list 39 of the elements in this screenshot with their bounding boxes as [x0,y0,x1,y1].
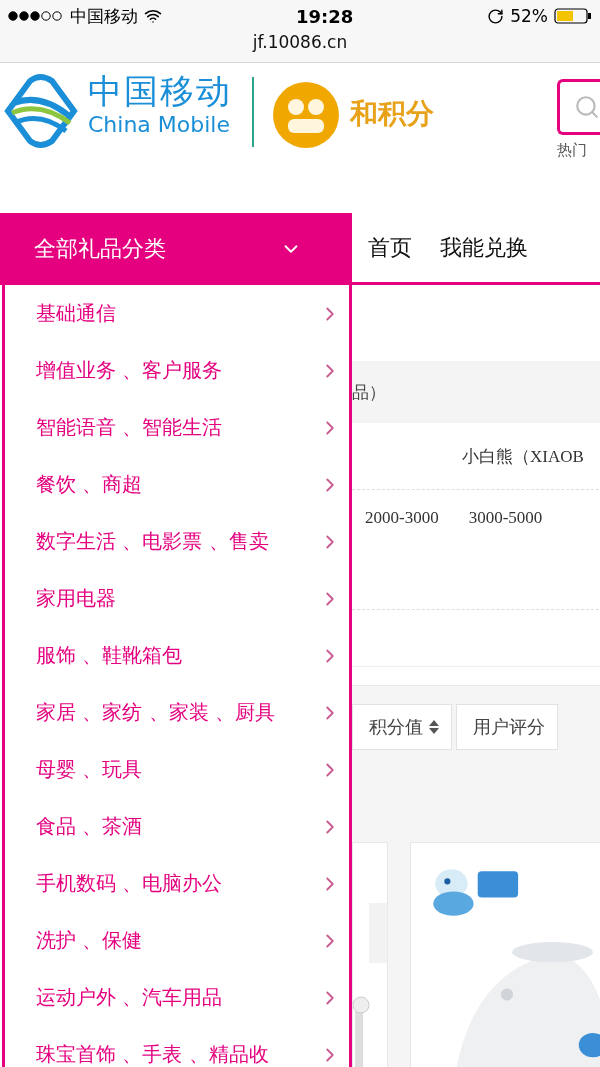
category-menu-header[interactable]: 全部礼品分类 [0,213,352,285]
search-field[interactable] [557,79,600,135]
page-url[interactable]: jf.10086.cn [0,32,600,52]
category-item[interactable]: 家用电器 [5,570,349,627]
category-item[interactable]: 服饰 、鞋靴箱包 [5,627,349,684]
sort-icon [429,720,439,734]
category-item[interactable]: 智能语音 、智能生活 [5,399,349,456]
category-menu-title: 全部礼品分类 [34,235,166,263]
carrier-name: 中国移动 [70,4,138,28]
battery-icon [554,8,592,24]
nav-link[interactable]: 首页 [368,232,412,263]
nav-link[interactable]: 我能兑换 [440,232,528,263]
sort-button[interactable]: 积分值 [352,704,452,750]
points-range-option[interactable]: 3000-5000 [468,508,543,528]
category-item[interactable]: 基础通信 [5,285,349,342]
points-logo-text: 和积分 [350,96,434,132]
filter-label: 品） [352,380,386,404]
category-item[interactable]: 手机数码 、电脑办公 [5,855,349,912]
brand-option[interactable]: 小白熊（XIAOB [462,444,584,468]
category-item[interactable]: 母婴 、玩具 [5,741,349,798]
points-logo-icon [272,81,340,149]
logo-title: 中国移动 [88,71,232,111]
category-item[interactable]: 洗护 、保健 [5,912,349,969]
category-item[interactable]: 运动户外 、汽车用品 [5,969,349,1026]
wifi-icon [144,7,162,25]
category-item[interactable]: 数字生活 、电影票 、售卖 [5,513,349,570]
hot-search-label: 热门 [557,141,587,160]
logo-subtitle: China Mobile [88,111,231,139]
sort-button[interactable]: 用户评分 [456,704,558,750]
battery-percent: 52% [510,6,548,26]
points-range-option[interactable]: 2000-3000 [365,508,439,528]
category-item[interactable]: 餐饮 、商超 [5,456,349,513]
category-item[interactable]: 家居 、家纺 、家装 、厨具 [5,684,349,741]
category-item[interactable]: 食品 、茶酒 [5,798,349,855]
category-item[interactable]: 珠宝首饰 、手表 、精品收 [5,1026,349,1067]
search-icon [574,94,600,120]
category-item[interactable]: 增值业务 、客户服务 [5,342,349,399]
signal-icon [8,11,64,21]
clock-time: 19:28 [295,5,354,27]
